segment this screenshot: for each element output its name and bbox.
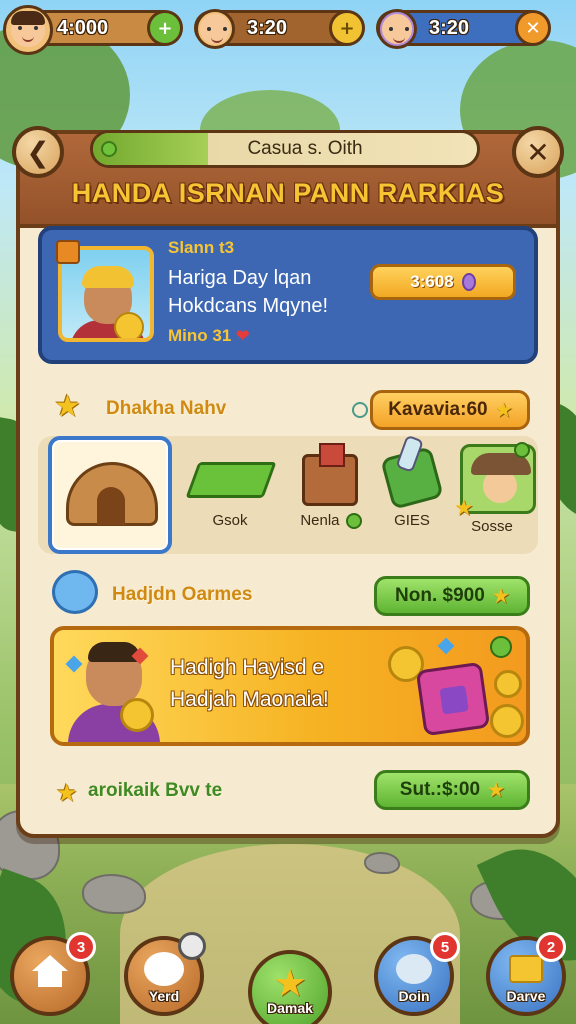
man-face-icon [200, 14, 230, 44]
green-badge-icon [514, 442, 530, 458]
nav-damak-label: Damak [267, 1000, 313, 1016]
notification-badge: 5 [430, 932, 460, 962]
coin-icon [490, 704, 524, 738]
nav-doin-label: Doin [398, 988, 430, 1004]
close-button[interactable]: ✕ [512, 126, 564, 178]
resource-gems-value: 3:20 [429, 16, 470, 39]
item-label-text: Nenla [300, 512, 340, 529]
panel-subtitle: Casua s. Oith [247, 138, 363, 159]
featured-price-button[interactable]: 3:608 [370, 264, 516, 300]
nav-yerd-button[interactable]: Yerd [124, 932, 206, 1016]
section2-label: Hadjdn Oarmes [112, 584, 253, 605]
gem-icon [396, 954, 432, 984]
add-gems-button[interactable]: ✕ [515, 10, 551, 46]
person-face-icon [382, 14, 412, 44]
featured-name: Slann t3 [168, 238, 235, 257]
items-row: Gsok Nenla GIES ★ Sosse [38, 436, 538, 554]
star-icon: ★ [54, 389, 81, 424]
panel-subtitle-bar: Casua s. Oith [90, 130, 480, 168]
nav-damak-button[interactable]: ★ Damak [248, 950, 332, 1024]
nav-yerd-label: Yerd [148, 988, 180, 1004]
featured-offer-card[interactable]: Slann t3 Hariga Day lqan Hokdcans Mqyne!… [38, 226, 538, 364]
back-button[interactable]: ❮ [12, 126, 64, 178]
player-avatar[interactable] [3, 5, 53, 55]
coin-icon [494, 670, 522, 698]
section2-button-label: Non. $900 [395, 585, 485, 606]
item-label: GIES [394, 512, 430, 529]
section1-label: Dhakha Nahv [106, 398, 227, 419]
add-gold-button[interactable]: + [329, 10, 365, 46]
resource-coins[interactable]: 4:000 + [3, 5, 183, 55]
item-gadget[interactable]: GIES [362, 436, 462, 554]
star-icon: ★ [495, 399, 512, 420]
home-icon [32, 955, 68, 989]
star-icon: ★ [56, 779, 78, 807]
dice-icon [415, 661, 491, 737]
resource-gold-value: 3:20 [247, 16, 288, 39]
sparkle-icon [65, 655, 83, 673]
chevron-left-icon: ❮ [26, 135, 50, 169]
section2-button[interactable]: Non. $900 ★ [374, 576, 530, 616]
heart-icon: ❤ [236, 328, 250, 345]
refresh-icon[interactable] [352, 402, 368, 418]
featured-price: 3:608 [410, 272, 454, 291]
item-tent[interactable] [48, 436, 172, 554]
gift-icon [56, 240, 80, 264]
item-label: Gsok [212, 512, 248, 529]
section1-button[interactable]: Kavavia:60 ★ [370, 390, 530, 430]
crate-icon [302, 443, 358, 506]
panel-title: HANDA ISRNAN PANN RARKIAS [71, 178, 505, 208]
featured-meta-text: Mino 31 [168, 326, 232, 345]
coin-icon [114, 312, 144, 338]
gadget-icon [380, 446, 444, 510]
section3-button[interactable]: Sut.:$:00 ★ [374, 770, 530, 810]
guild-avatar[interactable] [377, 9, 417, 49]
close-icon: ✕ [526, 135, 550, 169]
swirl-icon [52, 570, 98, 614]
tent-icon [66, 462, 158, 526]
woman-face-icon [11, 11, 45, 47]
featured-description: Hariga Day lqan Hokdcans Mqyne! [168, 267, 329, 317]
resource-gold[interactable]: 3:20 + [194, 9, 365, 49]
sparkle-icon [437, 637, 455, 655]
featured-meta: Mino 31 ❤ [168, 326, 249, 346]
friend-avatar[interactable] [195, 9, 235, 49]
nav-darve-label: Darve [506, 988, 546, 1004]
notification-badge: 2 [536, 932, 566, 962]
section3-button-label: Sut.:$:00 [399, 779, 481, 800]
section3-label: aroikaik Bvv te [88, 780, 223, 801]
item-slab[interactable]: Gsok [180, 436, 280, 554]
pet-icon [144, 952, 184, 986]
nav-darve-button[interactable]: Darve 2 [486, 932, 566, 1016]
item-label: Sosse [471, 518, 513, 535]
key-icon [178, 932, 206, 960]
section1-button-label: Kavavia:60 [388, 399, 488, 420]
star-icon: ★ [492, 585, 509, 606]
nav-home-button[interactable]: 3 [10, 932, 96, 1016]
top-resource-bar: 4:000 + 3:20 + 3:20 ✕ [3, 4, 572, 55]
promo-text: Hadigh Hayisd e Hadjah Maonaia! [170, 656, 329, 711]
star-icon: ★ [488, 779, 505, 800]
promo-banner[interactable]: Hadigh Hayisd e Hadjah Maonaia! [50, 626, 530, 746]
green-slab-icon [185, 462, 277, 498]
gem-icon [461, 273, 476, 291]
star-icon: ★ [272, 961, 308, 1005]
resource-coins-value: 4:000 [57, 16, 109, 39]
add-coins-button[interactable]: + [147, 10, 183, 46]
item-hero[interactable]: ★ Sosse [450, 436, 536, 554]
notification-badge: 3 [66, 932, 96, 962]
coin-icon [120, 698, 154, 732]
resource-gems[interactable]: 3:20 ✕ [376, 9, 551, 49]
green-coin-icon [345, 513, 362, 530]
treasure-icon [509, 955, 543, 983]
nav-doin-button[interactable]: Doin 5 [374, 932, 460, 1016]
gear-icon [490, 636, 512, 658]
